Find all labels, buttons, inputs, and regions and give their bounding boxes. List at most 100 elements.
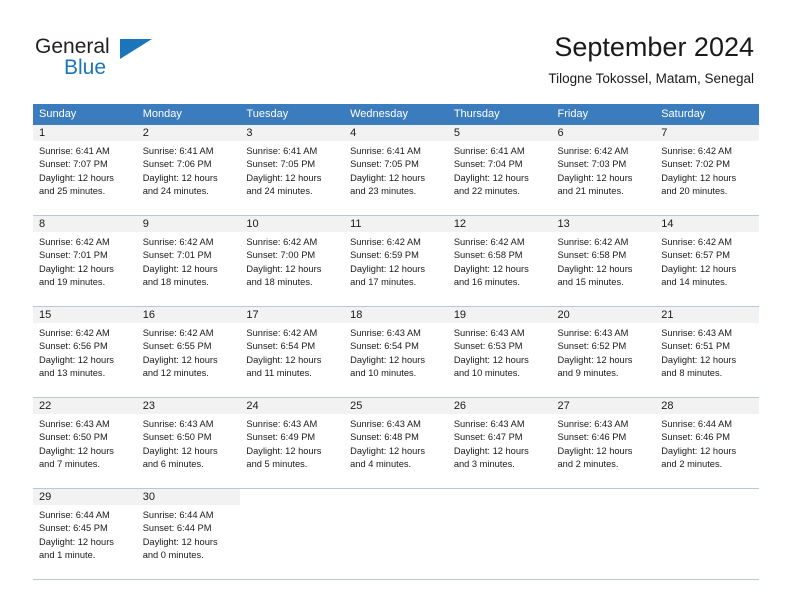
day-number: 2 xyxy=(136,125,241,141)
day-cell[interactable]: 10 Sunrise: 6:42 AM Sunset: 7:00 PM Dayl… xyxy=(240,216,345,305)
day-cell[interactable]: 13 Sunrise: 6:42 AM Sunset: 6:58 PM Dayl… xyxy=(551,216,656,305)
daylight-text-line2: and 7 minutes. xyxy=(39,459,100,470)
day-details: Sunrise: 6:44 AM Sunset: 6:44 PM Dayligh… xyxy=(137,505,241,563)
generalblue-logo[interactable]: General Blue xyxy=(35,36,235,88)
sunrise-text: Sunrise: 6:43 AM xyxy=(661,328,733,338)
title-block: September 2024 Tilogne Tokossel, Matam, … xyxy=(548,30,754,89)
daylight-text-line2: and 12 minutes. xyxy=(142,368,209,379)
day-cell[interactable]: 6 Sunrise: 6:42 AM Sunset: 7:03 PM Dayli… xyxy=(551,125,656,214)
logo-text-blue: Blue xyxy=(64,56,107,79)
day-number: 9 xyxy=(136,216,241,232)
daylight-text-line2: and 8 minutes. xyxy=(661,368,723,379)
day-details: Sunrise: 6:43 AM Sunset: 6:47 PM Dayligh… xyxy=(448,414,552,472)
sunset-text: Sunset: 7:00 PM xyxy=(246,250,316,261)
day-number: 8 xyxy=(33,216,137,232)
day-cell[interactable]: 25 Sunrise: 6:43 AM Sunset: 6:48 PM Dayl… xyxy=(344,398,448,487)
daylight-text-line1: Daylight: 12 hours xyxy=(661,354,737,365)
sunset-text: Sunset: 6:58 PM xyxy=(453,250,523,261)
sunrise-text: Sunrise: 6:41 AM xyxy=(350,146,421,156)
sunrise-text: Sunrise: 6:43 AM xyxy=(142,419,214,429)
day-cell[interactable]: 11 Sunrise: 6:42 AM Sunset: 6:59 PM Dayl… xyxy=(344,216,448,305)
day-cell[interactable]: 26 Sunrise: 6:43 AM Sunset: 6:47 PM Dayl… xyxy=(447,398,552,487)
daylight-text-line1: Daylight: 12 hours xyxy=(350,172,426,183)
weekday-header-monday: Monday xyxy=(142,108,182,120)
day-number: 27 xyxy=(551,398,656,414)
daylight-text-line1: Daylight: 12 hours xyxy=(246,354,322,365)
day-cell[interactable]: 17 Sunrise: 6:42 AM Sunset: 6:54 PM Dayl… xyxy=(240,307,345,396)
sunrise-text: Sunrise: 6:42 AM xyxy=(142,328,214,338)
day-number: 13 xyxy=(551,216,656,232)
sunrise-text: Sunrise: 6:43 AM xyxy=(350,419,421,429)
day-cell[interactable]: 16 Sunrise: 6:42 AM Sunset: 6:55 PM Dayl… xyxy=(136,307,241,396)
day-cell[interactable]: 1 Sunrise: 6:41 AM Sunset: 7:07 PM Dayli… xyxy=(33,125,137,214)
sunrise-text: Sunrise: 6:41 AM xyxy=(142,146,214,156)
daylight-text-line1: Daylight: 12 hours xyxy=(39,172,114,183)
day-cell-empty xyxy=(448,489,552,578)
day-cell[interactable]: 12 Sunrise: 6:42 AM Sunset: 6:58 PM Dayl… xyxy=(447,216,552,305)
sunrise-text: Sunrise: 6:42 AM xyxy=(453,237,525,247)
sunrise-text: Sunrise: 6:42 AM xyxy=(246,237,318,247)
sunrise-text: Sunrise: 6:42 AM xyxy=(39,328,110,338)
sunset-text: Sunset: 6:56 PM xyxy=(39,341,108,352)
daylight-text-line2: and 18 minutes. xyxy=(246,277,313,288)
day-cell[interactable]: 19 Sunrise: 6:43 AM Sunset: 6:53 PM Dayl… xyxy=(447,307,552,396)
week-row: 8 Sunrise: 6:42 AM Sunset: 7:01 PM Dayli… xyxy=(33,216,759,307)
calendar-page: General Blue September 2024 Tilogne Toko… xyxy=(0,0,792,612)
sunrise-text: Sunrise: 6:44 AM xyxy=(661,419,733,429)
day-cell[interactable]: 24 Sunrise: 6:43 AM Sunset: 6:49 PM Dayl… xyxy=(240,398,345,487)
day-cell[interactable]: 30 Sunrise: 6:44 AM Sunset: 6:44 PM Dayl… xyxy=(136,489,241,578)
daylight-text-line2: and 16 minutes. xyxy=(453,277,520,288)
day-cell[interactable]: 4 Sunrise: 6:41 AM Sunset: 7:05 PM Dayli… xyxy=(344,125,448,214)
day-cell[interactable]: 2 Sunrise: 6:41 AM Sunset: 7:06 PM Dayli… xyxy=(136,125,241,214)
day-cell[interactable]: 9 Sunrise: 6:42 AM Sunset: 7:01 PM Dayli… xyxy=(136,216,241,305)
day-number: 29 xyxy=(33,489,137,505)
sunset-text: Sunset: 6:46 PM xyxy=(557,432,627,443)
day-cell[interactable]: 18 Sunrise: 6:43 AM Sunset: 6:54 PM Dayl… xyxy=(344,307,448,396)
day-cell[interactable]: 3 Sunrise: 6:41 AM Sunset: 7:05 PM Dayli… xyxy=(240,125,345,214)
page-subtitle: Tilogne Tokossel, Matam, Senegal xyxy=(548,71,754,86)
calendar-grid: Sunday Monday Tuesday Wednesday Thursday… xyxy=(33,104,759,580)
sunset-text: Sunset: 7:01 PM xyxy=(39,250,108,261)
day-cell[interactable]: 27 Sunrise: 6:43 AM Sunset: 6:46 PM Dayl… xyxy=(551,398,656,487)
daylight-text-line1: Daylight: 12 hours xyxy=(350,354,426,365)
daylight-text-line1: Daylight: 12 hours xyxy=(246,263,322,274)
daylight-text-line2: and 9 minutes. xyxy=(557,368,619,379)
day-number: 16 xyxy=(136,307,241,323)
day-number xyxy=(240,489,344,505)
day-cell[interactable]: 8 Sunrise: 6:42 AM Sunset: 7:01 PM Dayli… xyxy=(33,216,137,305)
day-number: 22 xyxy=(33,398,137,414)
day-cell[interactable]: 22 Sunrise: 6:43 AM Sunset: 6:50 PM Dayl… xyxy=(33,398,137,487)
daylight-text-line2: and 20 minutes. xyxy=(661,186,728,197)
day-cell[interactable]: 20 Sunrise: 6:43 AM Sunset: 6:52 PM Dayl… xyxy=(551,307,656,396)
daylight-text-line2: and 6 minutes. xyxy=(142,459,204,470)
daylight-text-line2: and 24 minutes. xyxy=(142,186,209,197)
day-cell[interactable]: 23 Sunrise: 6:43 AM Sunset: 6:50 PM Dayl… xyxy=(136,398,241,487)
sunset-text: Sunset: 6:44 PM xyxy=(142,523,212,534)
day-number: 28 xyxy=(655,398,759,414)
day-cell-empty xyxy=(344,489,448,578)
day-cell[interactable]: 28 Sunrise: 6:44 AM Sunset: 6:46 PM Dayl… xyxy=(655,398,759,487)
day-details: Sunrise: 6:44 AM Sunset: 6:45 PM Dayligh… xyxy=(33,505,137,563)
day-number: 1 xyxy=(33,125,137,141)
daylight-text-line1: Daylight: 12 hours xyxy=(557,172,633,183)
daylight-text-line2: and 10 minutes. xyxy=(453,368,520,379)
daylight-text-line2: and 23 minutes. xyxy=(350,186,417,197)
day-cell[interactable]: 14 Sunrise: 6:42 AM Sunset: 6:57 PM Dayl… xyxy=(655,216,759,305)
day-cell[interactable]: 7 Sunrise: 6:42 AM Sunset: 7:02 PM Dayli… xyxy=(655,125,759,214)
day-cell[interactable]: 15 Sunrise: 6:42 AM Sunset: 6:56 PM Dayl… xyxy=(33,307,137,396)
day-cell[interactable]: 29 Sunrise: 6:44 AM Sunset: 6:45 PM Dayl… xyxy=(33,489,137,578)
day-details: Sunrise: 6:43 AM Sunset: 6:50 PM Dayligh… xyxy=(137,414,241,472)
day-number: 23 xyxy=(136,398,241,414)
day-cell[interactable]: 5 Sunrise: 6:41 AM Sunset: 7:04 PM Dayli… xyxy=(447,125,552,214)
day-details: Sunrise: 6:42 AM Sunset: 6:59 PM Dayligh… xyxy=(344,232,448,290)
sunset-text: Sunset: 6:51 PM xyxy=(661,341,730,352)
sunrise-text: Sunrise: 6:42 AM xyxy=(557,146,629,156)
day-details: Sunrise: 6:42 AM Sunset: 6:58 PM Dayligh… xyxy=(552,232,656,290)
daylight-text-line2: and 0 minutes. xyxy=(142,550,204,561)
day-cell[interactable]: 21 Sunrise: 6:43 AM Sunset: 6:51 PM Dayl… xyxy=(655,307,759,396)
day-details: Sunrise: 6:42 AM Sunset: 7:01 PM Dayligh… xyxy=(137,232,241,290)
page-header: General Blue September 2024 Tilogne Toko… xyxy=(0,0,792,100)
sunset-text: Sunset: 6:57 PM xyxy=(661,250,730,261)
day-number: 15 xyxy=(33,307,137,323)
daylight-text-line1: Daylight: 12 hours xyxy=(661,445,737,456)
